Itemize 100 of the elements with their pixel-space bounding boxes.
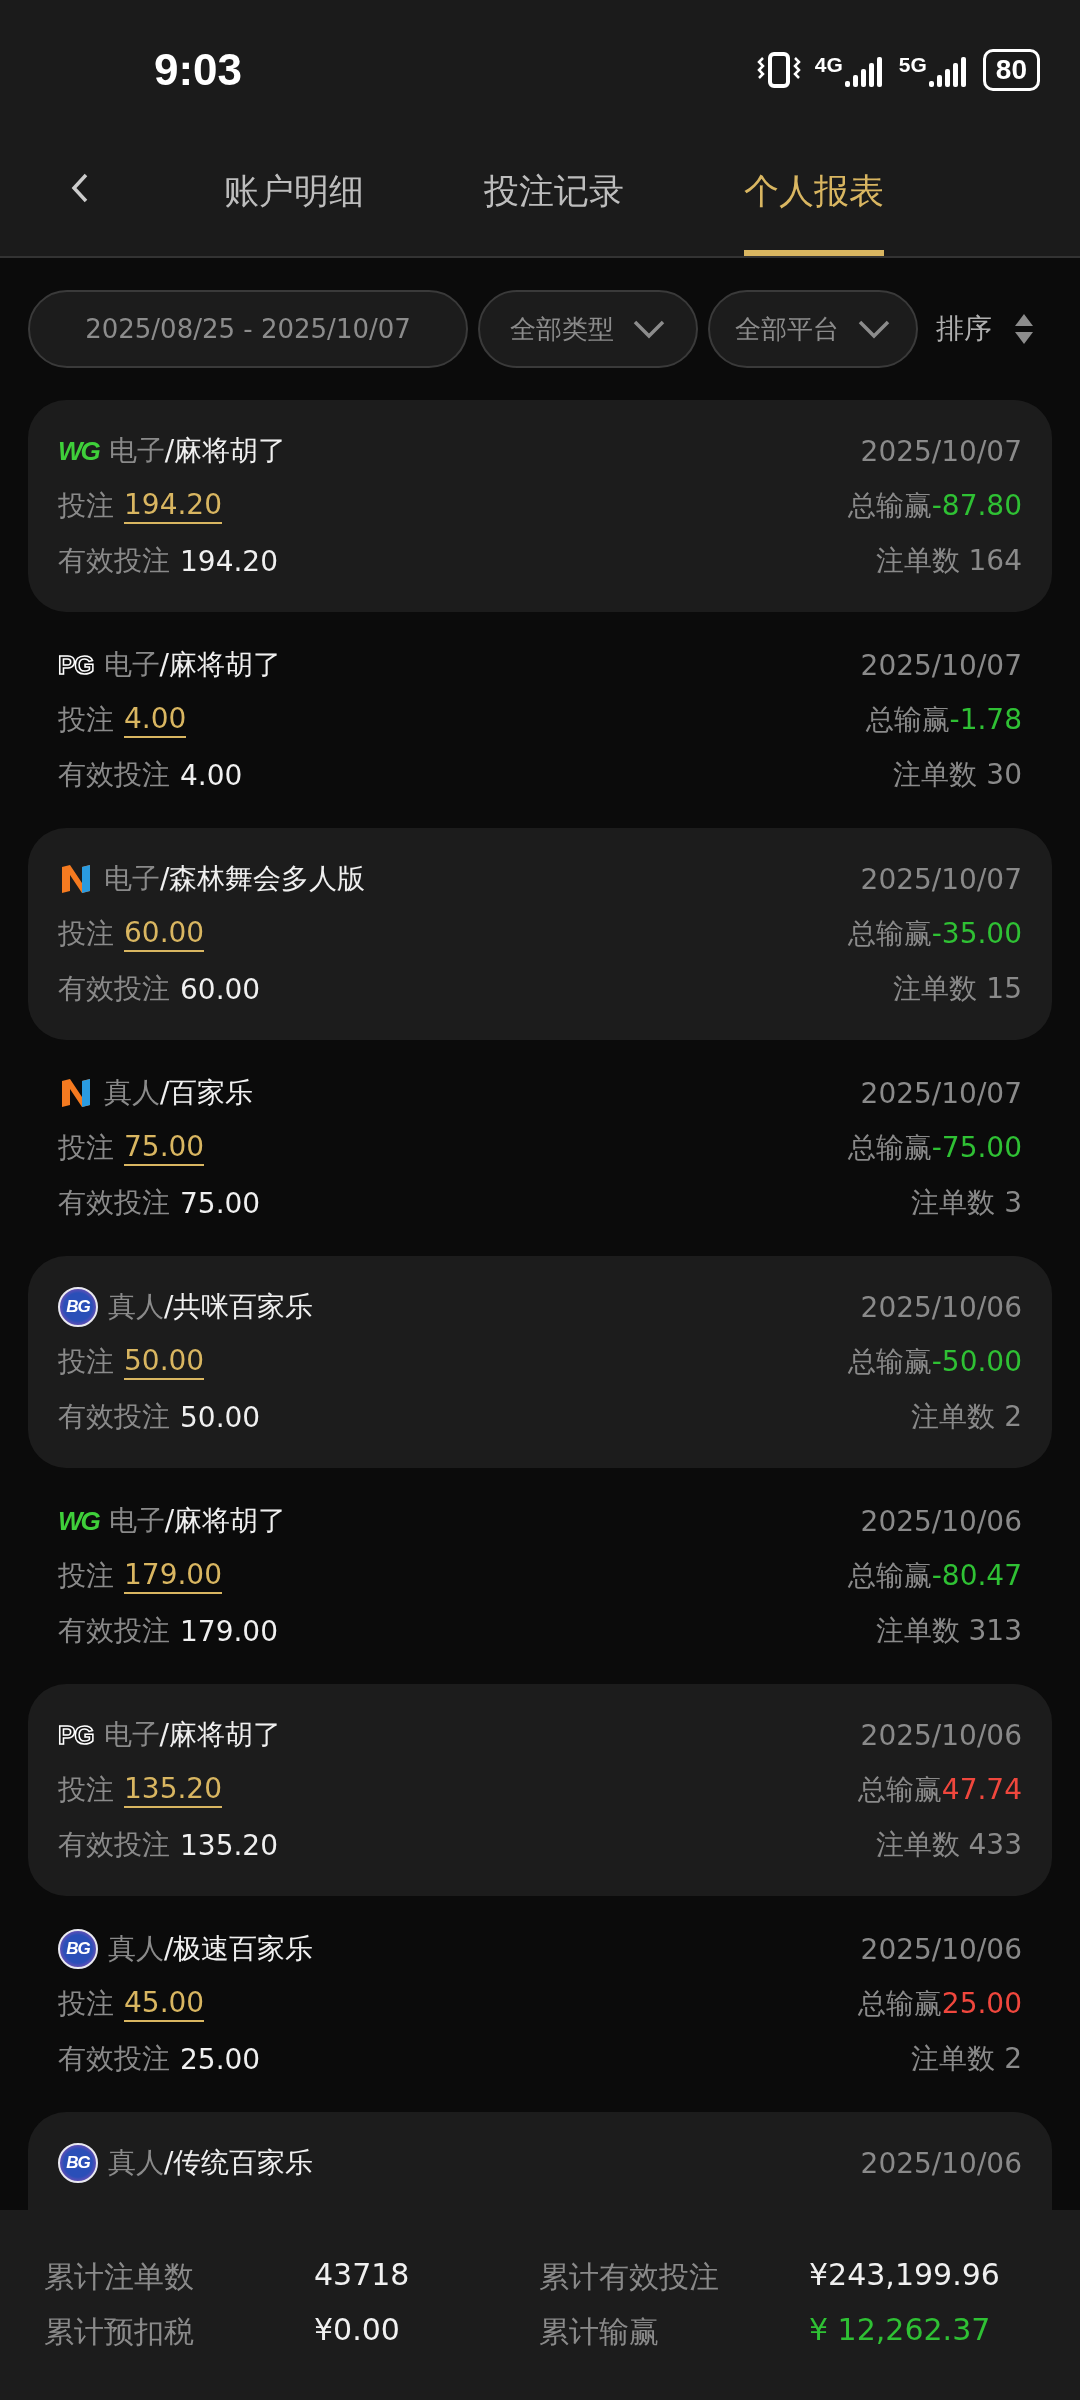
valid-bet-label: 有效投注 — [58, 1185, 170, 1221]
filter-dropdown[interactable]: 全部平台 — [708, 290, 918, 368]
filter-dropdown[interactable]: 全部类型 — [478, 290, 698, 368]
summary-value: ¥ 12,262.37 — [809, 2312, 992, 2349]
bet-label: 投注 — [58, 916, 114, 952]
order-count: 注单数 433 — [875, 1827, 1022, 1863]
record-game: /百家乐 — [160, 1076, 254, 1109]
provider-logo: WG — [58, 1506, 99, 1536]
order-count: 注单数 313 — [875, 1613, 1022, 1649]
valid-bet-label: 有效投注 — [58, 1613, 170, 1649]
record-game: /森林舞会多人版 — [160, 862, 366, 895]
record-category: 真人 — [108, 2146, 164, 2179]
summary-label: 累计输赢 — [539, 2313, 660, 2351]
record-date: 2025/10/06 — [860, 2146, 1022, 2180]
record-date: 2025/10/07 — [860, 648, 1022, 682]
record-category: 电子 — [104, 862, 160, 895]
valid-bet-amount: 50.00 — [180, 1400, 261, 1434]
valid-bet-label: 有效投注 — [58, 1399, 170, 1435]
provider-logo: WG — [58, 436, 99, 466]
record-date: 2025/10/07 — [860, 1076, 1022, 1110]
record-category: 电子 — [103, 648, 160, 681]
record-date: 2025/10/06 — [860, 1932, 1022, 1966]
net-label: 总输赢 — [857, 1773, 942, 1806]
bet-amount-link[interactable]: 135.20 — [124, 1772, 222, 1808]
order-count: 注单数 15 — [893, 971, 1022, 1007]
net-amount: -35.00 — [931, 917, 1022, 950]
bet-amount-link[interactable]: 4.00 — [124, 702, 187, 738]
chevron-down-icon — [857, 319, 891, 339]
net-amount: -50.00 — [931, 1345, 1022, 1378]
provider-logo: PG — [58, 650, 94, 680]
record-category: 电子 — [108, 434, 165, 467]
valid-bet-label: 有效投注 — [58, 543, 170, 579]
valid-bet-label: 有效投注 — [58, 1827, 170, 1863]
net-label: 总输赢 — [847, 489, 932, 522]
net-amount: -1.78 — [949, 703, 1022, 736]
provider-logo: PG — [58, 1720, 94, 1750]
record-game: /极速百家乐 — [164, 1932, 314, 1965]
bet-label: 投注 — [58, 1986, 114, 2022]
net-amount: 25.00 — [941, 1987, 1022, 2020]
network-label: 5G — [898, 53, 927, 77]
date-range-field[interactable]: 2025/08/25 - 2025/10/07 — [28, 290, 468, 368]
bet-amount-link[interactable]: 45.00 — [124, 1986, 205, 2022]
record-game: /麻将胡了 — [164, 1504, 287, 1537]
bet-amount-link[interactable]: 50.00 — [124, 1344, 205, 1380]
tab[interactable]: 个人报表 — [744, 140, 884, 256]
bet-amount-link[interactable]: 75.00 — [124, 1130, 205, 1166]
bet-amount-link[interactable]: 179.00 — [124, 1558, 222, 1594]
bet-label: 投注 — [58, 1130, 114, 1166]
net-label: 总输赢 — [865, 703, 950, 736]
summary-label: 累计有效投注 — [539, 2258, 720, 2296]
provider-logo: BG — [58, 2143, 98, 2183]
summary-value: ¥0.00 — [314, 2312, 401, 2349]
order-count: 注单数 2 — [911, 1399, 1022, 1435]
net-label: 总输赢 — [857, 1987, 942, 2020]
status-time: 9:03 — [154, 45, 243, 95]
record-date: 2025/10/07 — [860, 434, 1022, 468]
tab[interactable]: 投注记录 — [484, 140, 624, 256]
net-amount: -87.80 — [931, 489, 1022, 522]
net-label: 总输赢 — [847, 1559, 932, 1592]
bet-label: 投注 — [58, 1558, 114, 1594]
record-category: 真人 — [108, 1290, 164, 1323]
record-game: /麻将胡了 — [159, 648, 281, 681]
record-game: /共咪百家乐 — [164, 1290, 314, 1323]
provider-logo: BG — [58, 1287, 98, 1327]
chevron-down-icon — [632, 319, 666, 339]
order-count: 注单数 2 — [911, 2041, 1022, 2077]
tab[interactable]: 账户明细 — [224, 140, 364, 256]
record-category: 电子 — [103, 1718, 160, 1751]
battery-level: 80 — [982, 49, 1040, 91]
net-amount: -75.00 — [931, 1131, 1022, 1164]
net-amount: 47.74 — [941, 1773, 1022, 1806]
bet-label: 投注 — [58, 488, 114, 524]
order-count: 注单数 30 — [893, 757, 1022, 793]
valid-bet-amount: 179.00 — [180, 1614, 278, 1648]
valid-bet-amount: 4.00 — [180, 758, 243, 792]
back-icon — [70, 171, 90, 205]
order-count: 注单数 3 — [911, 1185, 1022, 1221]
net-label: 总输赢 — [847, 1345, 932, 1378]
record-date: 2025/10/06 — [860, 1504, 1022, 1538]
network-label: 4G — [814, 53, 843, 77]
valid-bet-amount: 75.00 — [180, 1186, 261, 1220]
bet-amount-link[interactable]: 194.20 — [124, 488, 222, 524]
valid-bet-label: 有效投注 — [58, 2041, 170, 2077]
bet-label: 投注 — [58, 1772, 114, 1808]
order-count: 注单数 164 — [875, 543, 1022, 579]
record-date: 2025/10/06 — [860, 1290, 1022, 1324]
valid-bet-amount: 60.00 — [180, 972, 261, 1006]
valid-bet-amount: 135.20 — [180, 1828, 278, 1862]
sort-icon — [1014, 312, 1034, 346]
bet-amount-link[interactable]: 60.00 — [124, 916, 205, 952]
vibrate-icon — [756, 50, 801, 90]
summary-value: 43718 — [314, 2257, 411, 2294]
record-game: /传统百家乐 — [164, 2146, 314, 2179]
valid-bet-label: 有效投注 — [58, 971, 170, 1007]
net-label: 总输赢 — [847, 917, 932, 950]
record-category: 真人 — [108, 1932, 164, 1965]
valid-bet-amount: 25.00 — [180, 2042, 261, 2076]
summary-value: ¥243,199.96 — [809, 2257, 1001, 2294]
summary-label: 累计预扣税 — [44, 2313, 195, 2351]
record-date: 2025/10/07 — [860, 862, 1022, 896]
